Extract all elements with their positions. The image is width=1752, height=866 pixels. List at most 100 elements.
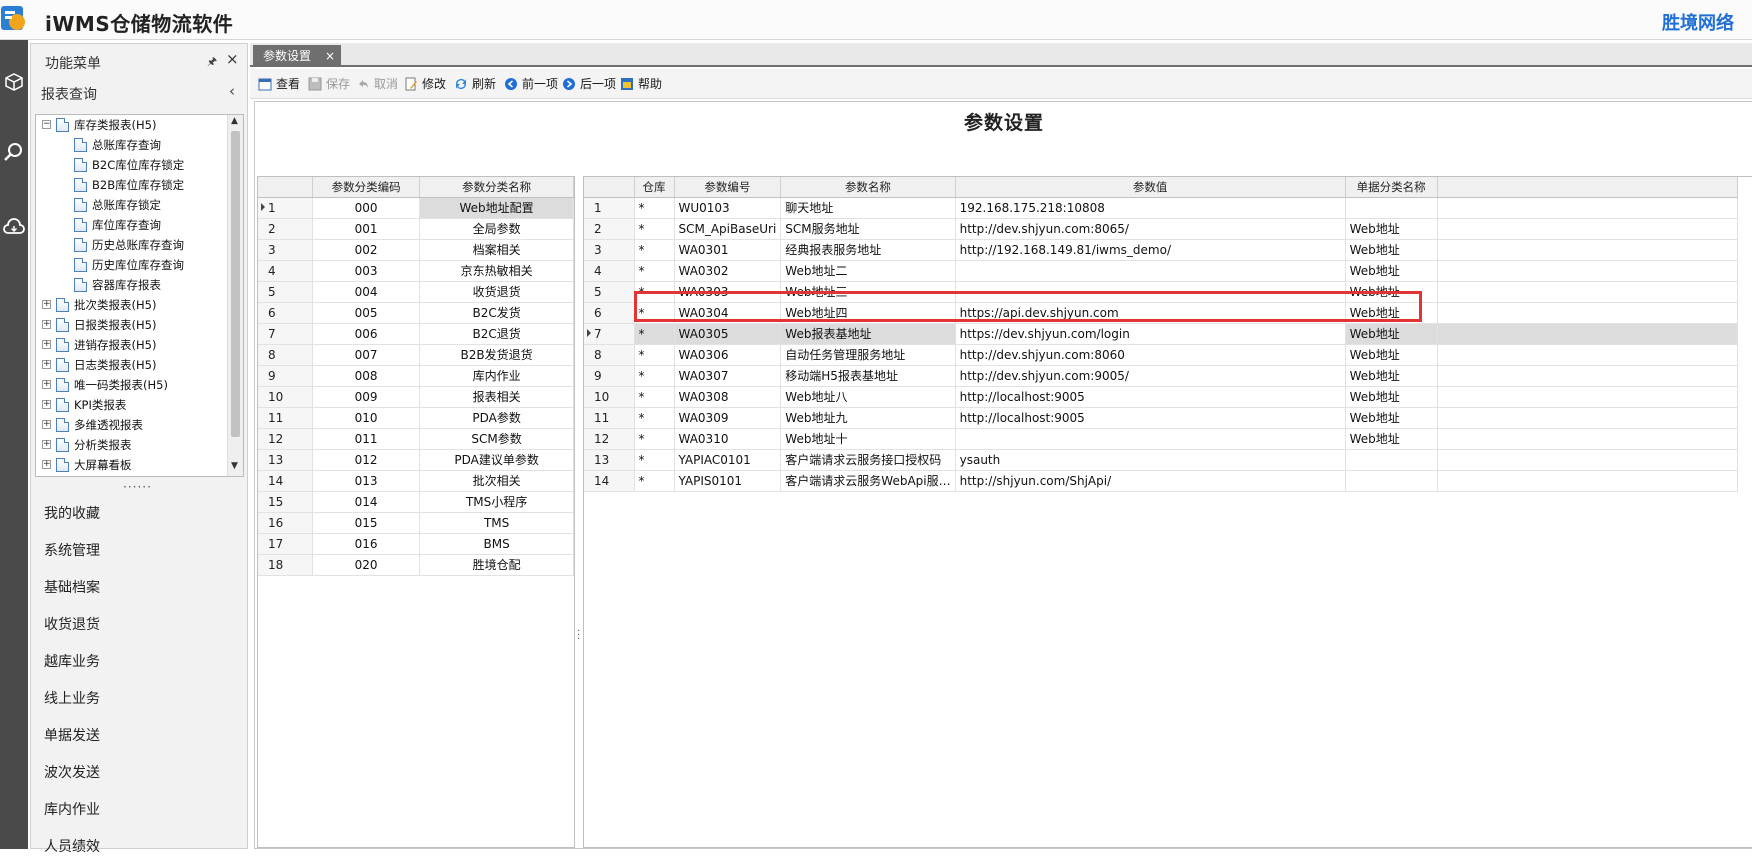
tree-node[interactable]: − 库存类报表(H5): [36, 115, 228, 135]
table-row[interactable]: 12 * WA0310 Web地址十 Web地址: [584, 428, 1738, 450]
tree-node[interactable]: + 进销存报表(H5): [36, 335, 228, 355]
row-number[interactable]: 10: [584, 386, 635, 408]
tree-node[interactable]: 总账库存查询: [36, 135, 228, 155]
table-cell[interactable]: 库内作业: [419, 365, 574, 387]
row-number[interactable]: 6: [258, 302, 313, 324]
row-number[interactable]: 10: [258, 386, 313, 408]
table-cell[interactable]: *: [634, 239, 675, 261]
tree-node[interactable]: + 日报类报表(H5): [36, 315, 228, 335]
row-number[interactable]: 3: [584, 239, 635, 261]
table-row[interactable]: 3 * WA0301 经典报表服务地址 http://192.168.149.81/iw…: [584, 239, 1738, 261]
table-cell[interactable]: WA0310: [674, 428, 782, 450]
table-row[interactable]: 17 016 BMS: [258, 533, 574, 555]
table-cell[interactable]: WA0309: [674, 407, 782, 429]
menu-item[interactable]: 我的收藏: [31, 496, 247, 533]
row-number[interactable]: 2: [584, 218, 635, 240]
row-number[interactable]: 13: [258, 449, 313, 471]
menu-item[interactable]: 单据发送: [31, 718, 247, 755]
table-cell[interactable]: B2C退货: [419, 323, 574, 345]
expand-icon[interactable]: +: [42, 300, 51, 309]
table-cell[interactable]: [1345, 197, 1438, 219]
table-row[interactable]: 11 010 PDA参数: [258, 407, 574, 429]
expand-icon[interactable]: +: [42, 320, 51, 329]
row-number[interactable]: 12: [258, 428, 313, 450]
table-cell[interactable]: 011: [312, 428, 421, 450]
row-number[interactable]: 16: [258, 512, 313, 534]
tree-node[interactable]: + 批次类报表(H5): [36, 295, 228, 315]
table-cell[interactable]: http://localhost:9005: [955, 407, 1346, 429]
table-cell[interactable]: Web地址: [1345, 239, 1438, 261]
splitter-grip[interactable]: · · ·: [577, 627, 580, 645]
table-row[interactable]: 16 015 TMS: [258, 512, 574, 534]
table-cell[interactable]: WA0307: [674, 365, 782, 387]
row-number[interactable]: 1: [258, 197, 313, 219]
table-row[interactable]: 6 * WA0304 Web地址四 https://api.dev.shjyun.com…: [584, 302, 1738, 324]
table-row[interactable]: 1 000 Web地址配置: [258, 197, 574, 219]
table-cell[interactable]: 移动端H5报表基地址: [780, 365, 956, 387]
table-cell[interactable]: http://192.168.149.81/iwms_demo/: [955, 239, 1346, 261]
expand-icon[interactable]: +: [42, 440, 51, 449]
table-cell[interactable]: WA0306: [674, 344, 782, 366]
table-cell[interactable]: 014: [312, 491, 421, 513]
table-row[interactable]: 6 005 B2C发货: [258, 302, 574, 324]
scroll-down-icon[interactable]: ▼: [231, 461, 238, 471]
table-cell[interactable]: 008: [312, 365, 421, 387]
sidebar-section-report-query[interactable]: 报表查询 ‹: [31, 76, 247, 108]
table-cell[interactable]: B2C发货: [419, 302, 574, 324]
table-row[interactable]: 13 * YAPIAC0101 客户端请求云服务接口授权码 ysauth: [584, 449, 1738, 471]
table-row[interactable]: 8 * WA0306 自动任务管理服务地址 http://dev.shjyun.com:…: [584, 344, 1738, 366]
column-header[interactable]: 参数编号: [674, 177, 782, 198]
table-cell[interactable]: Web地址: [1345, 365, 1438, 387]
expand-icon[interactable]: +: [42, 380, 51, 389]
tab-parameter-settings[interactable]: 参数设置 ×: [253, 45, 341, 67]
row-number[interactable]: 9: [584, 365, 635, 387]
table-cell[interactable]: YAPIS0101: [674, 470, 782, 492]
table-cell[interactable]: http://dev.shjyun.com:8065/: [955, 218, 1346, 240]
menu-item[interactable]: 系统管理: [31, 533, 247, 570]
table-cell[interactable]: 003: [312, 260, 421, 282]
table-cell[interactable]: WA0303: [674, 281, 782, 303]
table-cell[interactable]: *: [634, 470, 675, 492]
tree-node[interactable]: 库位库存查询: [36, 215, 228, 235]
tree-node[interactable]: 历史库位库存查询: [36, 255, 228, 275]
row-number[interactable]: 1: [584, 197, 635, 219]
table-cell[interactable]: Web地址八: [780, 386, 956, 408]
table-cell[interactable]: Web地址: [1345, 260, 1438, 282]
table-cell[interactable]: http://shjyun.com/ShjApi/: [955, 470, 1346, 492]
tree-node[interactable]: + 多维透视报表: [36, 415, 228, 435]
tree-node[interactable]: + 分析类报表: [36, 435, 228, 455]
table-cell[interactable]: [955, 428, 1346, 450]
tree-node[interactable]: 历史总账库存查询: [36, 235, 228, 255]
table-cell[interactable]: WA0302: [674, 260, 782, 282]
table-row[interactable]: 4 003 京东热敏相关: [258, 260, 574, 282]
table-row[interactable]: 12 011 SCM参数: [258, 428, 574, 450]
row-number[interactable]: 12: [584, 428, 635, 450]
column-header[interactable]: 参数名称: [780, 177, 956, 198]
expand-icon[interactable]: +: [42, 460, 51, 469]
table-cell[interactable]: 016: [312, 533, 421, 555]
table-cell[interactable]: 007: [312, 344, 421, 366]
table-cell[interactable]: 009: [312, 386, 421, 408]
row-number[interactable]: 14: [584, 470, 635, 492]
table-row[interactable]: 3 002 档案相关: [258, 239, 574, 261]
table-cell[interactable]: 客户端请求云服务WebApi服…: [780, 470, 956, 492]
table-cell[interactable]: Web地址四: [780, 302, 956, 324]
table-row[interactable]: 15 014 TMS小程序: [258, 491, 574, 513]
tab-close-icon[interactable]: ×: [325, 45, 335, 67]
table-cell[interactable]: Web地址: [1345, 281, 1438, 303]
row-number[interactable]: 9: [258, 365, 313, 387]
expand-icon[interactable]: +: [42, 340, 51, 349]
table-cell[interactable]: Web地址: [1345, 302, 1438, 324]
column-header[interactable]: [1437, 177, 1738, 198]
table-row[interactable]: 5 * WA0303 Web地址三 Web地址: [584, 281, 1738, 303]
table-cell[interactable]: *: [634, 428, 675, 450]
table-row[interactable]: 18 020 胜境仓配: [258, 554, 574, 576]
table-cell[interactable]: WA0301: [674, 239, 782, 261]
table-cell[interactable]: *: [634, 302, 675, 324]
table-cell[interactable]: 000: [312, 197, 421, 219]
table-cell[interactable]: [1345, 449, 1438, 471]
expand-icon[interactable]: +: [42, 360, 51, 369]
table-cell[interactable]: 聊天地址: [780, 197, 956, 219]
tree-node[interactable]: + 日志类报表(H5): [36, 355, 228, 375]
table-cell[interactable]: [955, 281, 1346, 303]
